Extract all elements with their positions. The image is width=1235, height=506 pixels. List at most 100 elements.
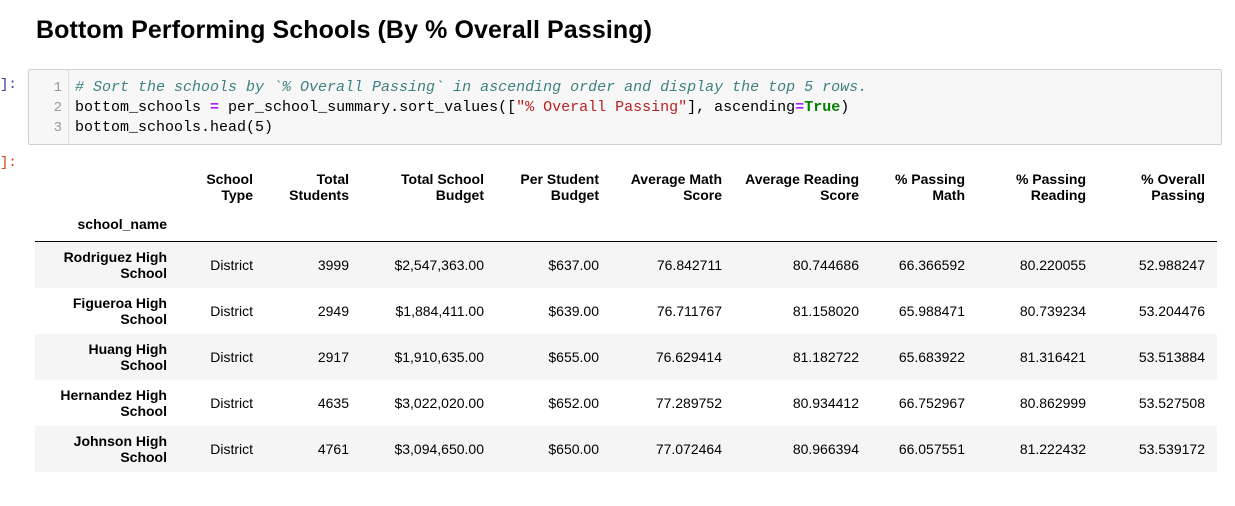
table-cell: 53.527508 — [1138, 394, 1205, 411]
table-cell: District — [210, 256, 253, 273]
column-header: Per Student Budget — [496, 167, 611, 207]
table-row: Johnson High School District 4761 $3,094,650… — [35, 425, 1217, 472]
column-header: Average Math Score — [611, 167, 734, 207]
table-cell: $3,022,020.00 — [394, 394, 484, 411]
table-cell: 80.739234 — [1019, 302, 1086, 319]
column-header: School Type — [179, 167, 265, 207]
table-row: Hernandez High School District 4635 $3,022,0… — [35, 380, 1217, 426]
column-header: Average Reading Score — [734, 167, 871, 207]
table-cell: 53.204476 — [1138, 302, 1205, 319]
code-cell[interactable]: 1 2 3 # Sort the schools by `% Overall P… — [28, 69, 1222, 145]
column-header-line: Type — [221, 187, 253, 203]
table-cell: 76.842711 — [656, 256, 722, 273]
index-name: school_name — [35, 207, 179, 242]
table-cell: 3999 — [317, 256, 349, 273]
column-header-line: Total School — [401, 171, 484, 187]
table-cell: $652.00 — [548, 394, 599, 411]
table-cell: 53.539172 — [1138, 440, 1205, 457]
table-row: Rodriguez High School District 3999 $2,547,3… — [35, 241, 1217, 288]
table-cell: 81.158020 — [792, 302, 859, 319]
school-name-line: Hernandez High — [60, 386, 167, 403]
code-line-1: # Sort the schools by `% Overall Passing… — [75, 78, 867, 98]
table-cell: $639.00 — [548, 302, 599, 319]
column-header: Total Students — [265, 167, 361, 207]
code-line-2: bottom_schools = per_school_summary.sort… — [75, 98, 867, 118]
table-body: Rodriguez High School District 3999 $2,547,3… — [35, 241, 1217, 472]
column-header: % Passing Math — [871, 167, 977, 207]
table-cell: $637.00 — [548, 256, 599, 273]
row-index-label: Hernandez High School — [35, 380, 179, 426]
school-name-line: School — [120, 310, 167, 327]
section-heading: Bottom Performing Schools (By % Overall … — [36, 16, 653, 44]
column-header: % Passing Reading — [977, 167, 1098, 207]
table-cell: 4761 — [317, 440, 349, 457]
table-cell: 81.182722 — [792, 348, 859, 365]
column-header-line: % Passing — [1015, 171, 1086, 187]
table-cell: 65.683922 — [898, 348, 965, 365]
code-text: ], ascending — [687, 99, 796, 116]
code-text: bottom_schools.head(5) — [75, 119, 274, 136]
code-comment: # Sort the schools by `% Overall Passing… — [75, 79, 868, 96]
column-header-line: Per Student — [520, 171, 599, 187]
column-header: % Overall Passing — [1098, 167, 1217, 207]
table-cell: $3,094,650.00 — [394, 440, 484, 457]
column-header-line: Students — [289, 187, 349, 203]
index-header-row: school_name — [35, 207, 1217, 242]
table-cell: 4635 — [317, 394, 349, 411]
column-header-line: Budget — [435, 187, 484, 203]
table-row: Huang High School District 2917 $1,910,635.0… — [35, 333, 1217, 380]
column-header-line: Average Math — [630, 171, 722, 187]
column-header: Total School Budget — [361, 167, 496, 207]
row-index-label: Figueroa High School — [35, 288, 179, 334]
column-header-line: Reading — [1030, 187, 1086, 203]
line-number-gutter: 1 2 3 — [29, 70, 69, 144]
table-cell: 80.966394 — [792, 440, 859, 457]
school-name-line: Johnson High — [73, 432, 167, 449]
column-header-line: Math — [932, 187, 965, 203]
code-text: ) — [840, 99, 850, 116]
table-cell: 2917 — [317, 348, 349, 365]
table-cell: District — [210, 440, 253, 457]
row-index-label: Rodriguez High School — [35, 242, 179, 288]
table-row: Figueroa High School District 2949 $1,884,41… — [35, 288, 1217, 334]
school-name-line: School — [120, 356, 167, 373]
table-cell: 81.222432 — [1019, 440, 1086, 457]
code-editor[interactable]: # Sort the schools by `% Overall Passing… — [75, 78, 867, 138]
table-cell: 80.862999 — [1019, 394, 1086, 411]
code-text: per_school_summary.sort_values([ — [219, 99, 517, 116]
input-prompt: ]: — [0, 77, 17, 93]
dataframe-table: School Type Total Students Total School Budge… — [35, 167, 1217, 472]
code-operator: = — [210, 99, 220, 116]
column-header-line: Total — [316, 171, 349, 187]
line-number: 2 — [53, 100, 62, 116]
line-number: 1 — [53, 80, 62, 96]
column-header-row: School Type Total Students Total School Budge… — [35, 167, 1217, 207]
table-cell: District — [210, 348, 253, 365]
column-header-line: Budget — [550, 187, 599, 203]
row-index-label: Huang High School — [35, 334, 179, 380]
line-number: 3 — [53, 120, 62, 136]
output-prompt: ]: — [0, 155, 17, 171]
code-keyword: True — [804, 99, 841, 116]
table-cell: 66.057551 — [898, 440, 965, 457]
column-header-line: % Overall — [1141, 171, 1205, 187]
table-cell: 80.934412 — [792, 394, 859, 411]
school-name-line: Rodriguez High — [63, 248, 167, 265]
table-cell: 53.513884 — [1138, 348, 1205, 365]
table-cell: $650.00 — [548, 440, 599, 457]
code-text: bottom_schools — [75, 99, 211, 116]
column-header-line: Average Reading — [745, 171, 859, 187]
school-name-line: Figueroa High — [72, 294, 167, 311]
table-cell: 66.366592 — [898, 256, 965, 273]
school-name-line: School — [120, 402, 167, 419]
table-cell: 77.072464 — [655, 440, 722, 457]
column-header-line: School — [206, 171, 253, 187]
table-cell: 81.316421 — [1019, 348, 1086, 365]
column-header-line: Score — [683, 187, 722, 203]
column-header-line: Score — [820, 187, 859, 203]
table-cell: 76.711767 — [656, 302, 722, 319]
table-cell: $1,884,411.00 — [395, 302, 485, 319]
table-cell: 65.988471 — [898, 302, 965, 319]
table-cell: 2949 — [317, 302, 349, 319]
table-cell: 80.744686 — [792, 256, 859, 273]
